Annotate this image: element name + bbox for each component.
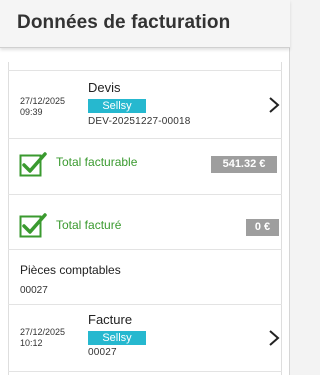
checkbox-checked-icon bbox=[19, 152, 47, 177]
checkbox-checked-icon bbox=[19, 213, 47, 238]
divider bbox=[8, 70, 282, 71]
total-facture-label: Total facturé bbox=[56, 218, 122, 232]
facture-time: 10:12 bbox=[20, 338, 43, 348]
divider bbox=[8, 371, 282, 372]
chevron-right-icon[interactable] bbox=[268, 96, 280, 114]
devis-date: 27/12/2025 bbox=[20, 96, 66, 106]
facture-source-badge: Sellsy bbox=[88, 331, 146, 345]
facture-title: Facture bbox=[88, 312, 133, 327]
devis-title: Devis bbox=[88, 80, 121, 95]
pieces-comptables-number: 00027 bbox=[20, 285, 48, 296]
facture-reference: 00027 bbox=[88, 347, 117, 358]
total-facture-amount: 0 € bbox=[246, 219, 279, 236]
devis-reference: DEV-20251227-00018 bbox=[88, 116, 191, 127]
total-facturable-amount: 541.32 € bbox=[211, 156, 277, 173]
pieces-comptables-title: Pièces comptables bbox=[20, 263, 121, 277]
facture-date: 27/12/2025 bbox=[20, 327, 66, 337]
divider bbox=[8, 138, 282, 139]
divider bbox=[8, 249, 282, 250]
devis-time: 09:39 bbox=[20, 107, 43, 117]
divider bbox=[8, 304, 282, 305]
billing-panel: Données de facturation 27/12/2025 09:39 … bbox=[0, 0, 290, 375]
total-facturable-label: Total facturable bbox=[56, 155, 138, 169]
divider bbox=[8, 194, 282, 195]
devis-source-badge: Sellsy bbox=[88, 99, 146, 113]
panel-header: Données de facturation bbox=[0, 0, 290, 48]
chevron-right-icon[interactable] bbox=[268, 329, 280, 347]
page-title: Données de facturation bbox=[17, 12, 231, 33]
